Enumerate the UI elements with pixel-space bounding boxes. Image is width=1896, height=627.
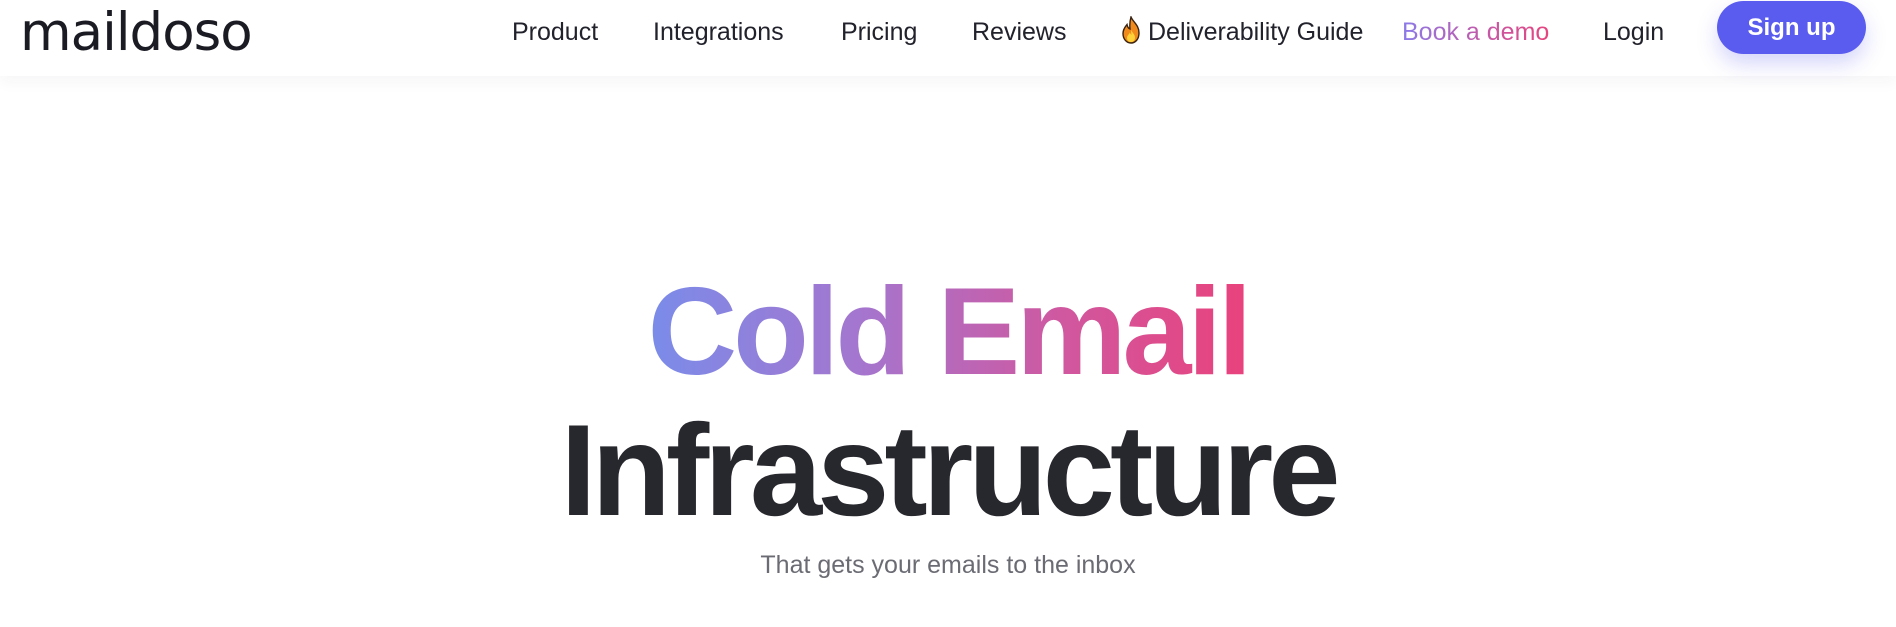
fire-icon <box>1120 14 1142 44</box>
hero-title-highlight-text: Cold Email <box>647 263 1253 401</box>
nav-pricing[interactable]: Pricing <box>841 13 917 51</box>
hero-subtitle: That gets your emails to the inbox <box>760 551 1136 579</box>
hero-title-highlight: Cold Email <box>0 262 1896 402</box>
nav-book-demo[interactable]: Book a demo <box>1402 13 1549 51</box>
nav-login[interactable]: Login <box>1603 13 1664 51</box>
logo[interactable]: maildoso <box>20 2 253 64</box>
nav-integrations[interactable]: Integrations <box>653 13 784 51</box>
signup-button[interactable]: Sign up <box>1717 1 1866 54</box>
nav-deliverability-guide-label: Deliverability Guide <box>1148 18 1364 46</box>
hero-title-main: Infrastructure <box>560 397 1340 543</box>
nav-reviews[interactable]: Reviews <box>972 13 1066 51</box>
page: maildoso Product Integrations Pricing Re… <box>0 0 1896 627</box>
nav-deliverability-guide[interactable]: Deliverability Guide <box>1120 13 1363 51</box>
site-header: maildoso Product Integrations Pricing Re… <box>0 0 1896 76</box>
nav-product[interactable]: Product <box>512 13 598 51</box>
